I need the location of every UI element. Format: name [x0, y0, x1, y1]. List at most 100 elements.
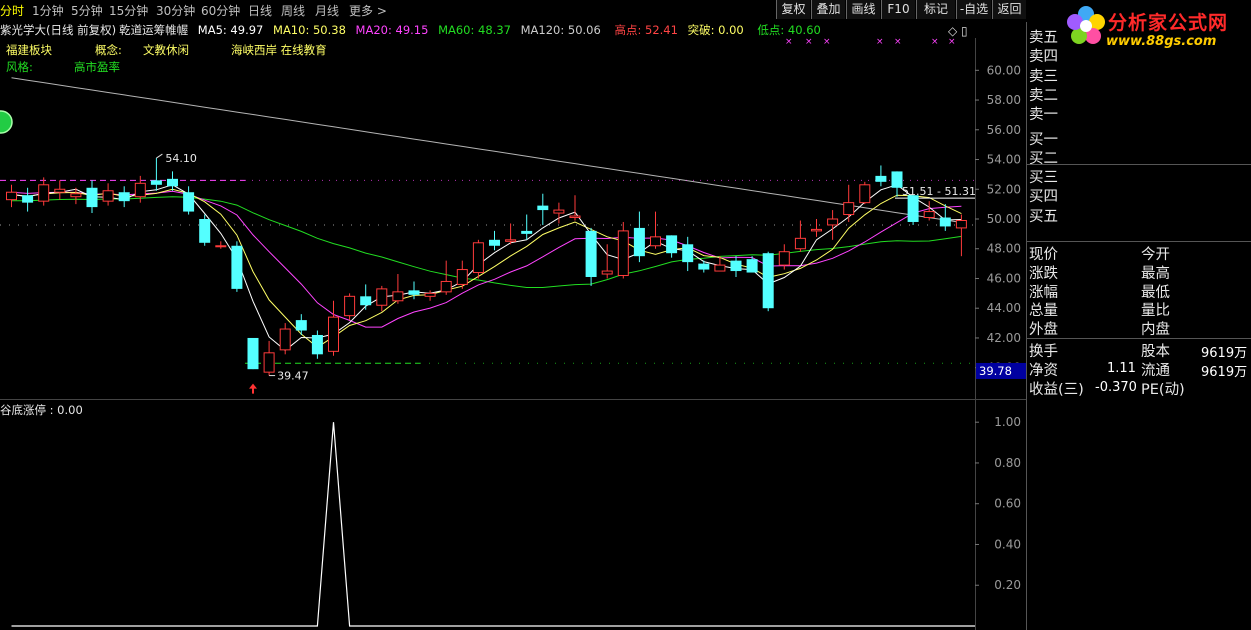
candle-down	[633, 211, 645, 263]
back-button[interactable]: 返回	[992, 0, 1026, 19]
candle-body	[537, 205, 549, 211]
panel-toggle-icon[interactable]: ◇ ▯	[948, 24, 976, 38]
candle-up	[328, 300, 339, 356]
candle-body	[843, 202, 855, 216]
candle-body	[666, 235, 678, 254]
ma120-line	[11, 77, 962, 223]
candle-body	[183, 192, 195, 212]
sub-y-tick-label: 1.00	[994, 415, 1021, 429]
period-15min[interactable]: 15分钟	[109, 2, 148, 19]
candle-body	[762, 253, 774, 309]
candle-down	[183, 186, 195, 215]
nav-value: 1.11	[1107, 361, 1136, 376]
ma20-value: MA20: 49.15	[355, 23, 429, 37]
candle-up	[6, 184, 17, 208]
order-book-row: 卖一	[1029, 107, 1058, 124]
candle-body	[939, 217, 951, 227]
overlay-button[interactable]: 叠加	[811, 0, 845, 19]
signal-mark: ×	[785, 38, 793, 47]
sub-y-tick-label: 0.20	[994, 578, 1021, 592]
period-intraday[interactable]: 分时	[0, 2, 24, 19]
adjust-button[interactable]: 复权	[776, 0, 810, 19]
candlestick-chart[interactable]: 60.00 58.00 56.00 54.00 52.00 50.00 48.00 46.00…	[0, 38, 1026, 400]
ma10-line	[11, 188, 962, 348]
candle-up	[215, 241, 227, 249]
candle-body	[875, 175, 887, 182]
candle-up	[650, 211, 661, 249]
candle-body	[295, 320, 307, 331]
candle-down	[231, 241, 243, 292]
peak-label: 54.10	[165, 152, 197, 165]
candle-body	[859, 184, 871, 204]
ma5-line	[11, 184, 962, 351]
candle-up	[38, 177, 50, 206]
candle-body	[521, 230, 533, 234]
y-tick-label: 56.00	[987, 123, 1021, 137]
candle-down	[666, 235, 678, 258]
period-more[interactable]: 更多 >	[349, 2, 387, 19]
candle-body	[505, 239, 517, 242]
candle-body	[392, 291, 404, 302]
candle-body	[70, 193, 82, 198]
period-1min[interactable]: 1分钟	[32, 2, 64, 19]
candle-body	[134, 182, 146, 198]
period-daily[interactable]: 日线	[248, 2, 272, 19]
y-tick-label: 44.00	[987, 301, 1021, 315]
candle-body	[472, 242, 484, 274]
period-60min[interactable]: 60分钟	[201, 2, 240, 19]
quote-left-label: 外盘	[1029, 322, 1058, 339]
candle-down	[311, 330, 323, 359]
candle-down	[86, 180, 98, 214]
order-book-row: 买一	[1029, 131, 1058, 148]
candle-down	[875, 165, 887, 187]
ma60-line	[11, 196, 962, 288]
candle-body	[440, 280, 452, 293]
candle-body	[730, 260, 742, 272]
candle-down	[746, 256, 758, 273]
candle-up	[102, 183, 114, 206]
candle-body	[827, 218, 839, 226]
candle-body	[489, 239, 500, 246]
y-tick-label: 46.00	[987, 271, 1021, 285]
low-value: 低点: 40.60	[757, 23, 821, 37]
candle-body	[794, 237, 806, 250]
candle-body	[585, 230, 597, 277]
sub-y-tick-label: 0.80	[994, 456, 1021, 470]
sub-y-tick-label: 0.60	[994, 497, 1021, 511]
candle-body	[601, 270, 613, 275]
y-tick-label: 50.00	[987, 212, 1021, 226]
candle-body	[811, 228, 822, 232]
candle-body	[456, 269, 468, 285]
y-tick-label: 52.00	[987, 182, 1021, 196]
candle-up	[456, 260, 468, 289]
candle-body	[923, 211, 935, 219]
candle-up	[344, 293, 356, 321]
candle-body	[38, 184, 50, 202]
mark-button[interactable]: 标记	[916, 0, 955, 19]
candle-body	[150, 180, 162, 185]
f10-button[interactable]: F10	[881, 0, 915, 19]
candle-body	[247, 337, 259, 370]
candle-down	[489, 230, 500, 251]
period-30min[interactable]: 30分钟	[156, 2, 195, 19]
candle-up	[843, 184, 855, 222]
breakout-value: 突破: 0.00	[687, 23, 744, 37]
signal-mark: ×	[894, 38, 902, 47]
candle-down	[118, 186, 130, 208]
watchlist-button[interactable]: -自选	[956, 0, 991, 19]
sub-indicator-chart[interactable]: 1.00 0.80 0.60 0.40 0.20	[0, 400, 1026, 630]
order-book-row: 买四	[1029, 189, 1058, 206]
watermark-brand: 分析家公式网	[1108, 12, 1229, 34]
candle-body	[86, 187, 98, 208]
y-tick-label: 54.00	[987, 153, 1021, 167]
float-value: 9619万	[1201, 365, 1248, 380]
draw-line-button[interactable]: 画线	[846, 0, 880, 19]
candle-up	[392, 274, 404, 304]
period-monthly[interactable]: 月线	[315, 2, 339, 19]
period-weekly[interactable]: 周线	[281, 2, 305, 19]
period-5min[interactable]: 5分钟	[71, 2, 103, 19]
quote-right-label: 内盘	[1141, 322, 1170, 339]
candle-up	[440, 260, 452, 295]
candle-body	[311, 334, 323, 355]
candle-body	[167, 178, 178, 187]
